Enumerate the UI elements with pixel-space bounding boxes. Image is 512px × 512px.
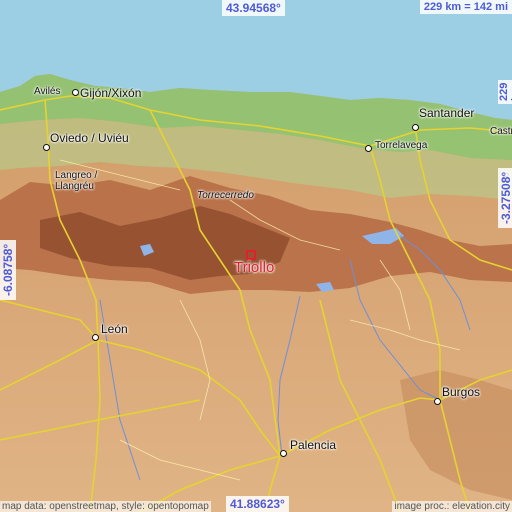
- city-label-gijon: Gijón/Xixón: [80, 86, 142, 100]
- peak-label-torrecerredo: Torrecerredo: [197, 190, 254, 201]
- scale-label-top: 229 km = 142 mi: [419, 0, 512, 14]
- city-label-castro: Castr: [490, 126, 512, 137]
- city-label-leon: León: [101, 322, 128, 336]
- gijon-marker: [72, 89, 79, 96]
- santander-marker: [412, 124, 419, 131]
- city-label-santander: Santander: [419, 106, 475, 120]
- latitude-top-label: 43.94568°: [222, 0, 285, 16]
- image-processing-credit[interactable]: image proc.: elevation.city: [392, 501, 512, 512]
- torrelavega-marker: [365, 145, 372, 152]
- city-label-burgos: Burgos: [442, 385, 481, 399]
- palencia-marker: [280, 450, 287, 457]
- map-data-credit[interactable]: map data: openstreetmap, style: opentopo…: [0, 501, 211, 512]
- city-label-oviedo: Oviedo / Uviéu: [50, 131, 129, 145]
- longitude-left-label: -6.08758°: [0, 239, 16, 300]
- map-canvas: [0, 0, 512, 512]
- city-label-langreo: Langreo / Llangréu: [55, 170, 98, 192]
- target-location-label[interactable]: Triollo: [234, 259, 274, 276]
- city-label-palencia: Palencia: [290, 438, 337, 452]
- oviedo-marker: [43, 144, 50, 151]
- city-label-torrelavega: Torrelavega: [375, 140, 428, 151]
- burgos-marker: [434, 398, 441, 405]
- leon-marker: [92, 334, 99, 341]
- longitude-right-label: -3.27508°: [498, 167, 512, 228]
- topographic-map[interactable]: Avilés Gijón/Xixón Oviedo / Uviéu Langre…: [0, 0, 512, 512]
- city-label-aviles: Avilés: [34, 86, 61, 97]
- scale-label-right: 229 km = 142 mi: [498, 79, 512, 104]
- latitude-bottom-label: 41.88623°: [226, 496, 289, 512]
